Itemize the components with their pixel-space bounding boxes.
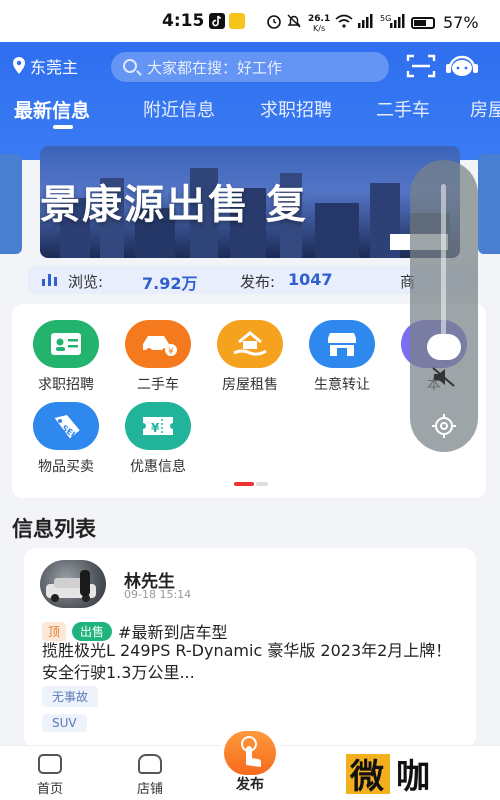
tab-jobs[interactable]: 求职招聘 [260,96,332,122]
volume-panel[interactable] [410,160,478,452]
volume-slider-track[interactable] [441,184,446,354]
category-used-cars[interactable]: ¥ 二手车 [118,320,198,394]
alarm-icon [267,15,281,29]
svg-text:¥: ¥ [168,347,174,357]
category-label: 求职招聘 [38,377,94,393]
category-label: 生意转让 [314,377,370,393]
gear-icon[interactable] [430,412,458,440]
banner-next-peek [478,154,500,254]
house-hand-icon [217,320,283,368]
avatar[interactable] [40,560,106,608]
category-goods-trading[interactable]: SELL 物品买卖 [26,402,106,476]
signal-icon [358,14,373,28]
banner-title: 景康源出售 复 [40,182,308,228]
page-indicator [234,482,268,486]
nav-shop-label: 店铺 [136,782,163,797]
location-label: 东莞主 [30,58,79,77]
nav-shop[interactable]: 店铺 [115,754,185,797]
home-icon [38,754,62,774]
net-speed: 26.1 K/s [308,14,331,34]
category-label: 优惠信息 [130,459,186,475]
customer-service-icon[interactable] [445,53,479,79]
signal-icon-2 [390,14,405,28]
pinned-badge: 顶 [42,621,67,641]
tab-used-cars[interactable]: 二手车 [376,96,430,122]
posts-label: 发布: [240,273,276,291]
post-date: 09-18 15:14 [124,588,192,601]
bar-chart-icon [42,274,57,286]
category-tabs: 最新信息 附近信息 求职招聘 二手车 房屋 [0,96,500,136]
shop-icon [309,320,375,368]
mute-bell-icon [287,14,301,28]
post-body: 揽胜极光L 249PS R-Dynamic 豪华版 2023年2月上牌！ 安全行… [42,641,452,682]
svg-text:咖: 咖 [396,757,430,796]
status-bar: 4:15 26.1 K/s 5G 57% [0,0,500,42]
post-chip: 无事故 [42,686,99,707]
category-business-transfer[interactable]: 生意转让 [302,320,382,394]
views-value: 7.92万 [142,274,198,293]
wifi-icon [335,14,353,28]
category-label: 房屋租售 [222,377,278,393]
views-label: 浏览: [68,273,104,291]
banner-prev-peek [0,154,22,254]
location-selector[interactable]: 东莞主 [12,54,78,78]
shop-nav-icon [138,754,162,774]
search-icon [123,59,137,73]
category-label: 物品买卖 [38,459,94,475]
active-tab-indicator [53,125,73,129]
nav-home-label: 首页 [36,782,63,797]
sell-tag-icon: SELL [33,402,99,450]
ticket-icon: ¥ [125,402,191,450]
location-pin-icon [13,57,25,74]
car-icon: ¥ [125,320,191,368]
posts-value: 1047 [288,270,333,289]
search-placeholder: 大家都在搜：好工作 [147,58,283,77]
tab-housing[interactable]: 房屋 [470,96,500,122]
category-coupons[interactable]: ¥ 优惠信息 [118,402,198,476]
section-title: 信息列表 [12,517,96,541]
category-jobs[interactable]: 求职招聘 [26,320,106,394]
svg-text:微: 微 [349,757,384,796]
tiktok-icon [209,13,225,29]
publish-label: 发布 [236,777,264,793]
tab-latest[interactable]: 最新信息 [14,96,90,123]
speaker-muted-icon[interactable] [430,366,458,388]
hand-tap-icon [224,731,276,775]
app-notification-icon [229,13,245,29]
category-label: 二手车 [137,377,179,393]
scan-icon[interactable] [406,53,436,79]
volume-slider-knob[interactable] [427,334,461,360]
page-dot-active [234,482,254,486]
page-dot [256,482,268,486]
battery-percent: 57% [443,13,479,32]
post-card[interactable]: 林先生 09-18 15:14 顶 出售 #最新到店车型 揽胜极光L 249PS… [24,548,476,748]
watermark-logo: 微 咖 [346,754,430,796]
nav-home[interactable]: 首页 [15,754,85,797]
sale-badge: 出售 [72,621,113,641]
tab-nearby[interactable]: 附近信息 [143,96,215,122]
status-time: 4:15 [162,11,205,31]
battery-icon [411,17,435,29]
svg-text:¥: ¥ [151,421,160,435]
id-card-icon [33,320,99,368]
search-input[interactable]: 大家都在搜：好工作 [111,52,389,82]
post-chip: SUV [42,714,87,732]
banner-slide[interactable]: 景康源出售 复 [40,146,460,258]
category-housing[interactable]: 房屋租售 [210,320,290,394]
